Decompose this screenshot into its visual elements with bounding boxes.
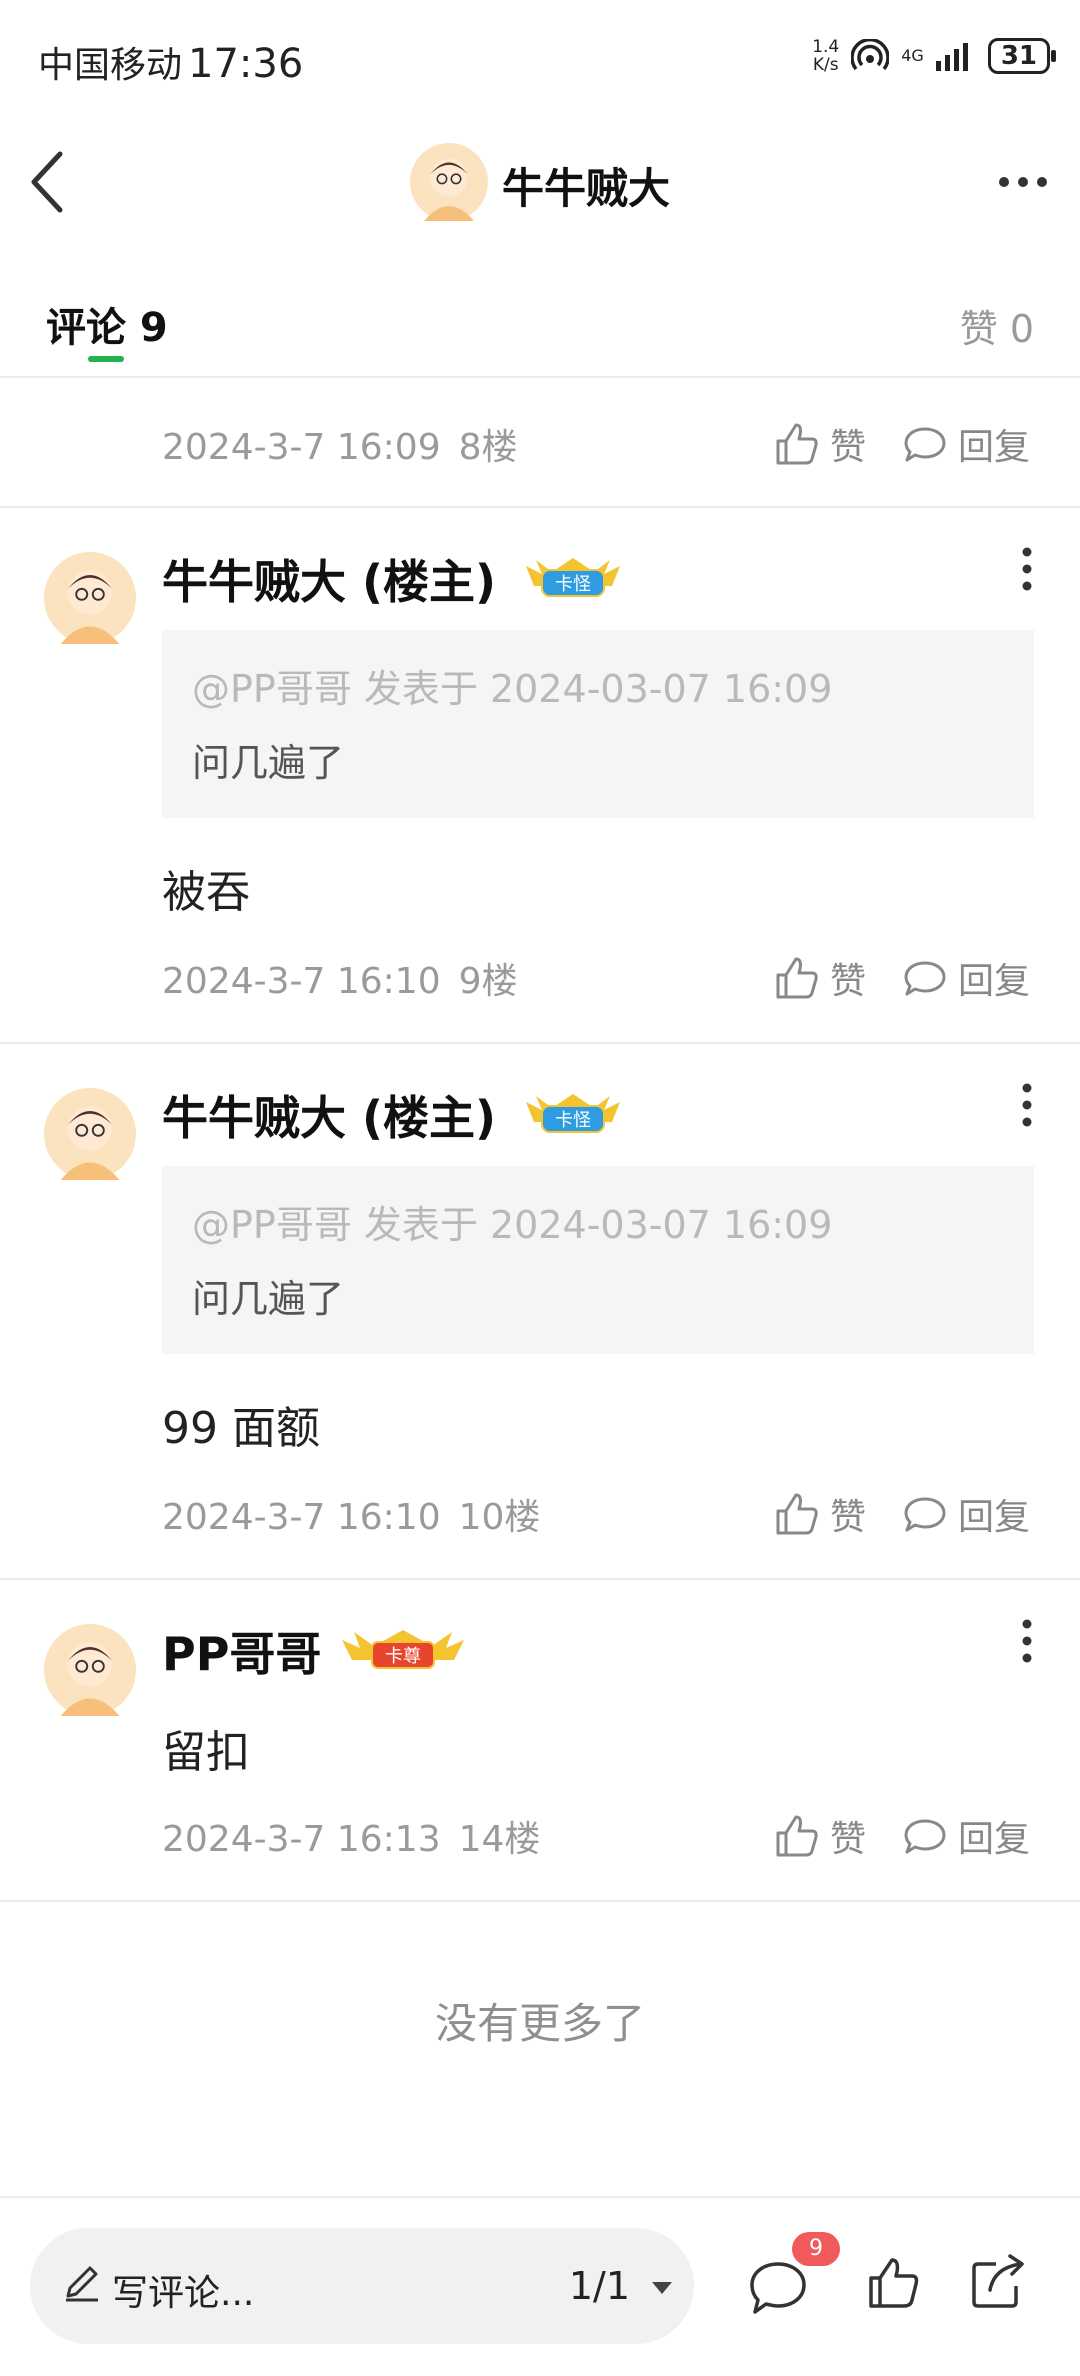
status-bar-right: 1.4 K/s 4G 31 (812, 37, 1057, 75)
thumbs-up-icon (776, 1493, 818, 1535)
level-badge: 卡怪 (526, 1094, 620, 1133)
page-title: 牛牛贼大 (502, 164, 671, 213)
signal-icon (935, 43, 968, 71)
more-options-icon[interactable] (996, 170, 1050, 194)
header-avatar[interactable] (410, 143, 488, 221)
quote-text: 问几遍了 (192, 1277, 345, 1321)
comment-more-icon[interactable] (1020, 1618, 1034, 1664)
comment-divider (0, 506, 1080, 508)
reply-bubble-icon (904, 427, 946, 462)
reply-bubble-icon (904, 1819, 946, 1854)
reply-action[interactable]: 回复 (902, 952, 1030, 1004)
network-type: 4G (901, 46, 924, 65)
comment-divider (0, 1578, 1080, 1580)
comment-text: 被吞 (162, 867, 250, 918)
comment-divider (0, 1900, 1080, 1902)
net-speed: 1.4 K/s (812, 37, 840, 75)
badge-label: 卡怪 (555, 574, 591, 595)
level-badge: 卡尊 (342, 1630, 464, 1669)
tab-comments[interactable]: 评论 9 (46, 295, 168, 353)
reply-bubble-icon (904, 961, 946, 996)
comment-meta: 2024-3-7 16:10 9楼 (162, 961, 518, 1002)
thumbs-up-icon (776, 423, 818, 465)
comment-text: 留扣 (162, 1727, 250, 1778)
comment-meta: 2024-3-7 16:13 14楼 (162, 1819, 541, 1860)
like-action[interactable]: 赞 (774, 418, 866, 470)
avatar[interactable] (44, 1624, 136, 1716)
like-action[interactable]: 赞 (774, 1810, 866, 1862)
status-time: 17:36 (188, 41, 304, 87)
quoted-reply[interactable]: @PP哥哥 发表于 2024-03-07 16:09 问几遍了 (162, 630, 1034, 818)
caret-down-icon[interactable] (650, 2280, 674, 2296)
quote-header: @PP哥哥 发表于 2024-03-07 16:09 (192, 667, 833, 711)
reply-action[interactable]: 回复 (902, 418, 1030, 470)
comment-count-badge: 9 (792, 2232, 840, 2266)
like-action[interactable]: 赞 (774, 1488, 866, 1540)
tab-likes[interactable]: 赞 0 (960, 298, 1034, 353)
comment-bubble-icon[interactable] (748, 2258, 808, 2318)
thumbs-up-icon[interactable] (866, 2256, 920, 2310)
bottom-bar-divider (0, 2196, 1080, 2198)
write-comment-box[interactable]: 写评论... 1/1 (30, 2228, 694, 2344)
tabs-divider (0, 376, 1080, 378)
comment-meta: 2024-3-7 16:09 8楼 (162, 427, 518, 468)
no-more-label: 没有更多了 (434, 1999, 645, 2048)
share-icon[interactable] (968, 2252, 1028, 2312)
quote-text: 问几遍了 (192, 741, 345, 785)
thumbs-up-icon (776, 957, 818, 999)
comment-more-icon[interactable] (1020, 1082, 1034, 1128)
comment-author[interactable]: 牛牛贼大 (楼主) (162, 546, 496, 612)
quote-header: @PP哥哥 发表于 2024-03-07 16:09 (192, 1203, 833, 1247)
comment-author[interactable]: PP哥哥 (162, 1618, 321, 1684)
thumbs-up-icon (776, 1815, 818, 1857)
badge-label: 卡尊 (385, 1646, 421, 1667)
hotspot-icon (851, 39, 890, 71)
active-tab-indicator (88, 356, 124, 362)
status-bar-left: 中国移动 17:36 (38, 36, 303, 88)
pencil-icon (66, 2266, 98, 2302)
carrier-label: 中国移动 (38, 45, 183, 86)
level-badge: 卡怪 (526, 558, 620, 597)
comment-text: 99 面额 (162, 1403, 320, 1454)
avatar[interactable] (44, 1088, 136, 1180)
comment-author[interactable]: 牛牛贼大 (楼主) (162, 1082, 496, 1148)
reply-action[interactable]: 回复 (902, 1488, 1030, 1540)
quoted-reply[interactable]: @PP哥哥 发表于 2024-03-07 16:09 问几遍了 (162, 1166, 1034, 1354)
reply-action[interactable]: 回复 (902, 1810, 1030, 1862)
comment-meta: 2024-3-7 16:10 10楼 (162, 1497, 541, 1538)
write-comment-placeholder: 写评论... (112, 2273, 255, 2314)
page-indicator[interactable]: 1/1 (569, 2264, 630, 2308)
reply-bubble-icon (904, 1497, 946, 1532)
battery-indicator: 31 (987, 38, 1057, 74)
badge-label: 卡怪 (555, 1110, 591, 1131)
comment-divider (0, 1042, 1080, 1044)
back-arrow-icon[interactable] (28, 150, 68, 214)
comment-more-icon[interactable] (1020, 546, 1034, 592)
like-action[interactable]: 赞 (774, 952, 866, 1004)
avatar[interactable] (44, 552, 136, 644)
